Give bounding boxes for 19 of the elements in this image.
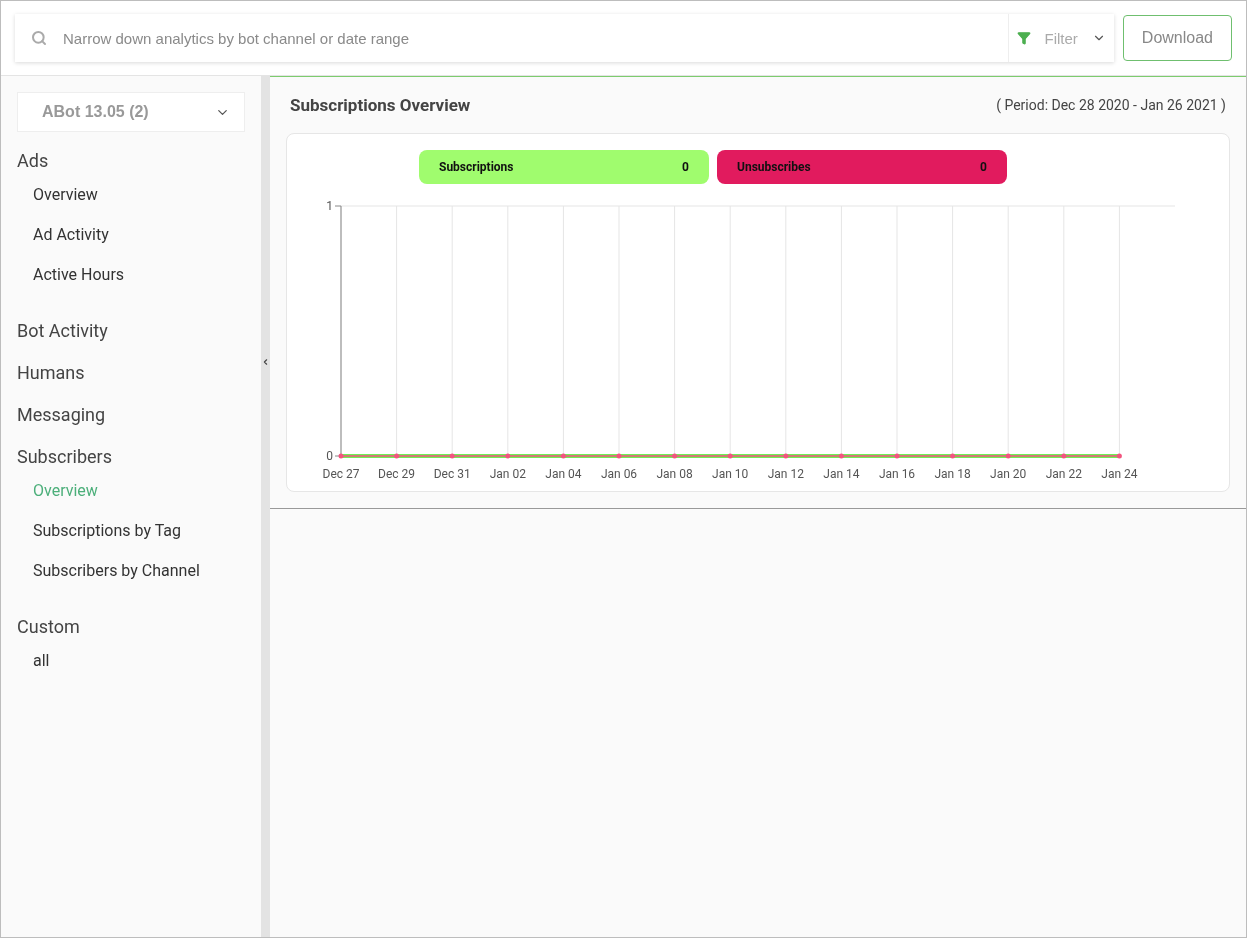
x-tick-label: Dec 31 <box>433 467 471 481</box>
x-tick-label: Jan 14 <box>823 467 860 481</box>
x-tick-label: Jan 10 <box>712 467 749 481</box>
x-tick-label: Jan 16 <box>878 467 916 481</box>
x-tick-label: Dec 29 <box>378 467 416 481</box>
x-tick-label: Jan 22 <box>1045 467 1082 481</box>
x-tick-label: Jan 24 <box>1101 467 1138 481</box>
x-tick-label: Jan 12 <box>767 467 804 481</box>
x-tick-label: Jan 20 <box>990 467 1027 481</box>
x-tick-label: Jan 08 <box>656 467 693 481</box>
y-tick-label: 1 <box>326 199 333 213</box>
x-tick-label: Jan 04 <box>545 467 582 481</box>
panel-title: Subscriptions Overview <box>290 95 471 115</box>
x-tick-label: Dec 27 <box>322 467 360 481</box>
period-label: ( Period: Dec 28 2020 - Jan 26 2021 ) <box>996 97 1226 113</box>
x-tick-label: Jan 02 <box>489 467 526 481</box>
x-tick-label: Jan 06 <box>600 467 638 481</box>
y-tick-label: 0 <box>326 449 333 463</box>
x-tick-label: Jan 18 <box>934 467 971 481</box>
